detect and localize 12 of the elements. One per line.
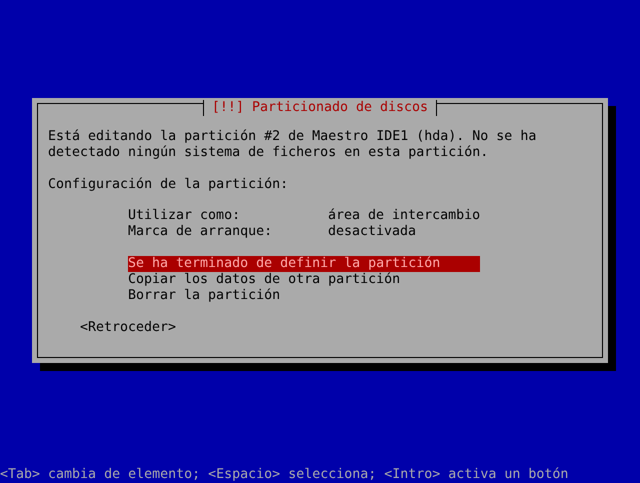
key-help-text: <Tab> cambia de elemento; <Espacio> selecciona; <Intro> activa un botón bbox=[0, 467, 570, 483]
setting-label: Utilizar como: bbox=[128, 208, 242, 224]
dialog-title: [!!] Particionado de discos bbox=[210, 100, 430, 115]
back-button[interactable]: <Retroceder> bbox=[80, 320, 176, 335]
setting-value: desactivada bbox=[328, 224, 416, 240]
menu-option[interactable]: Borrar la partición bbox=[128, 288, 480, 304]
setting-label: Marca de arranque: bbox=[128, 224, 274, 240]
setting-value: área de intercambio bbox=[328, 208, 480, 224]
menu-option[interactable]: Se ha terminado de definir la partición bbox=[128, 256, 480, 272]
dialog-message: Está editando la partición #2 de Maestro IDE1 (hda). No se ha detectado ningún sistema de ficheros en esta partición. bbox=[48, 129, 538, 161]
section-label: Configuración de la partición: bbox=[48, 177, 290, 193]
menu-option[interactable]: Copiar los datos de otra partición bbox=[128, 272, 480, 288]
